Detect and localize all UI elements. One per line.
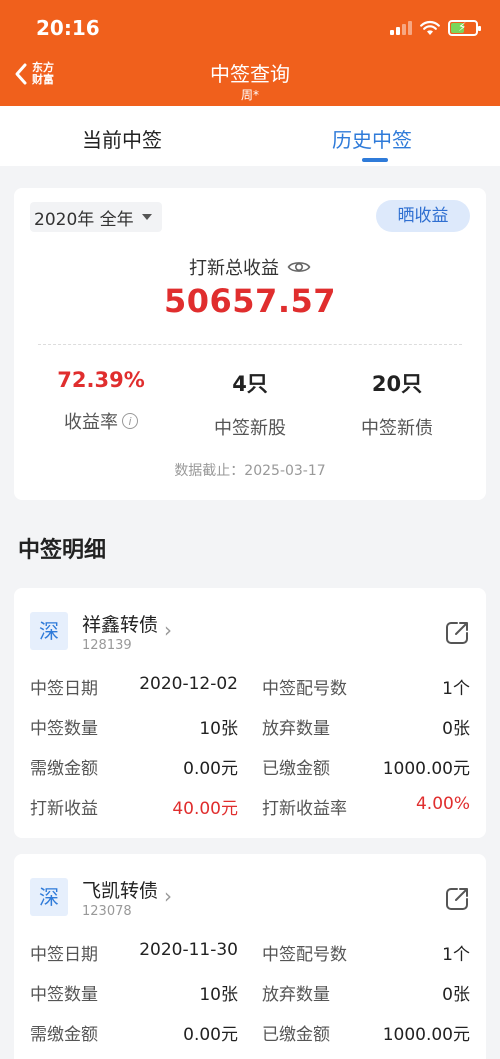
chevron-right-icon[interactable]: › [164,884,172,908]
external-link-icon[interactable] [444,620,470,646]
detail-value: 0张 [442,719,470,739]
page-title: 中签查询 [210,62,290,86]
detail-value: 2020-12-02 [139,674,238,694]
bond-code: 128139 [82,638,132,653]
detail-value: 0.00元 [183,759,238,779]
detail-value: 1000.00元 [382,759,470,779]
bond-code: 123078 [82,904,132,919]
year-dropdown[interactable]: 2020年 全年 [30,202,162,232]
detail-row: 需缴金额 0.00元 已缴金额 1000.00元 [30,754,470,794]
detail-key: 已缴金额 [262,1025,330,1045]
status-icons: ⚡ [390,18,481,38]
detail-key: 中签配号数 [262,679,347,699]
external-link-icon[interactable] [444,886,470,912]
detail-row: 中签数量 10张 放弃数量 0张 [30,980,470,1020]
stat-yield: 72.39% 收益率 i [26,368,176,434]
detail-key: 中签配号数 [262,945,347,965]
stat-value: 72.39% [57,368,145,392]
detail-key: 放弃数量 [262,985,330,1005]
caret-down-icon [141,214,152,220]
detail-value: 2020-11-30 [139,940,238,960]
detail-row: 中签日期 2020-11-30 中签配号数 1个 [30,940,470,980]
tab-bar: 当前中签 历史中签 [0,106,500,166]
detail-value: 0张 [442,985,470,1005]
detail-value: 1000.00元 [382,1025,470,1045]
detail-key: 已缴金额 [262,759,330,779]
account-name: 周* [240,88,259,102]
stat-label: 中签新股 [214,418,286,439]
total-earnings-label: 打新总收益 [189,258,279,279]
stat-value: 20只 [371,372,423,396]
record-details: 中签日期 2020-12-02 中签配号数 1个 中签数量 10张 放弃数量 0… [30,674,470,834]
info-icon[interactable]: i [122,413,138,429]
tab-current[interactable]: 当前中签 [82,124,162,153]
detail-row: 中签数量 10张 放弃数量 0张 [30,714,470,754]
app-header: 20:16 ⚡ 东方财富 中签查询 周* [0,0,500,106]
stat-label: 中签新债 [361,418,433,439]
market-badge: 深 [30,878,68,916]
bond-name-link[interactable]: 飞凯转债 [82,876,158,903]
detail-key: 需缴金额 [30,759,98,779]
section-title: 中签明细 [18,538,107,563]
stat-label: 收益率 [64,412,118,433]
battery-icon: ⚡ [448,20,481,36]
detail-row: 打新收益 40.00元 打新收益率 4.00% [30,794,470,834]
detail-key: 放弃数量 [262,719,330,739]
record-card: 深 祥鑫转债 128139 › 中签日期 2020-12-02 中签配号数 1个… [14,588,486,838]
detail-key: 需缴金额 [30,1025,98,1045]
signal-icon [390,21,412,35]
detail-value: 0.00元 [183,1025,238,1045]
market-badge: 深 [30,612,68,650]
detail-value: 1个 [442,945,470,965]
detail-key: 打新收益 [30,799,98,819]
detail-value: 4.00% [415,794,470,814]
summary-card: 2020年 全年 晒收益 打新总收益 50657.57 72.39% 收益率 i… [14,188,486,500]
stat-new-bonds: 20只 中签新债 [322,368,472,440]
detail-key: 中签日期 [30,679,98,699]
year-dropdown-value: 2020年 全年 [34,209,134,230]
detail-row: 中签日期 2020-12-02 中签配号数 1个 [30,674,470,714]
detail-key: 中签数量 [30,719,98,739]
chevron-right-icon[interactable]: › [164,618,172,642]
tab-active-indicator [362,158,388,162]
stat-new-stocks: 4只 中签新股 [175,368,325,440]
detail-value: 1个 [442,679,470,699]
stat-value: 4只 [232,372,268,396]
record-card: 深 飞凯转债 123078 › 中签日期 2020-11-30 中签配号数 1个… [14,854,486,1059]
detail-key: 中签数量 [30,985,98,1005]
total-earnings-value: 50657.57 [163,282,336,320]
detail-value: 10张 [199,719,238,739]
tab-history[interactable]: 历史中签 [332,124,412,153]
detail-value: 40.00元 [172,799,238,819]
share-earnings-button[interactable]: 晒收益 [376,200,470,232]
bond-name-link[interactable]: 祥鑫转债 [82,610,158,637]
detail-row: 需缴金额 0.00元 已缴金额 1000.00元 [30,1020,470,1059]
detail-key: 打新收益率 [262,799,347,819]
wifi-icon [420,20,440,35]
data-as-of: 数据截止：2025-03-17 [174,463,326,479]
record-details: 中签日期 2020-11-30 中签配号数 1个 中签数量 10张 放弃数量 0… [30,940,470,1059]
total-earnings-label-row: 打新总收益 [14,254,486,280]
eye-icon[interactable] [287,259,311,275]
status-time: 20:16 [36,16,100,40]
divider [38,344,462,345]
detail-key: 中签日期 [30,945,98,965]
detail-value: 10张 [199,985,238,1005]
